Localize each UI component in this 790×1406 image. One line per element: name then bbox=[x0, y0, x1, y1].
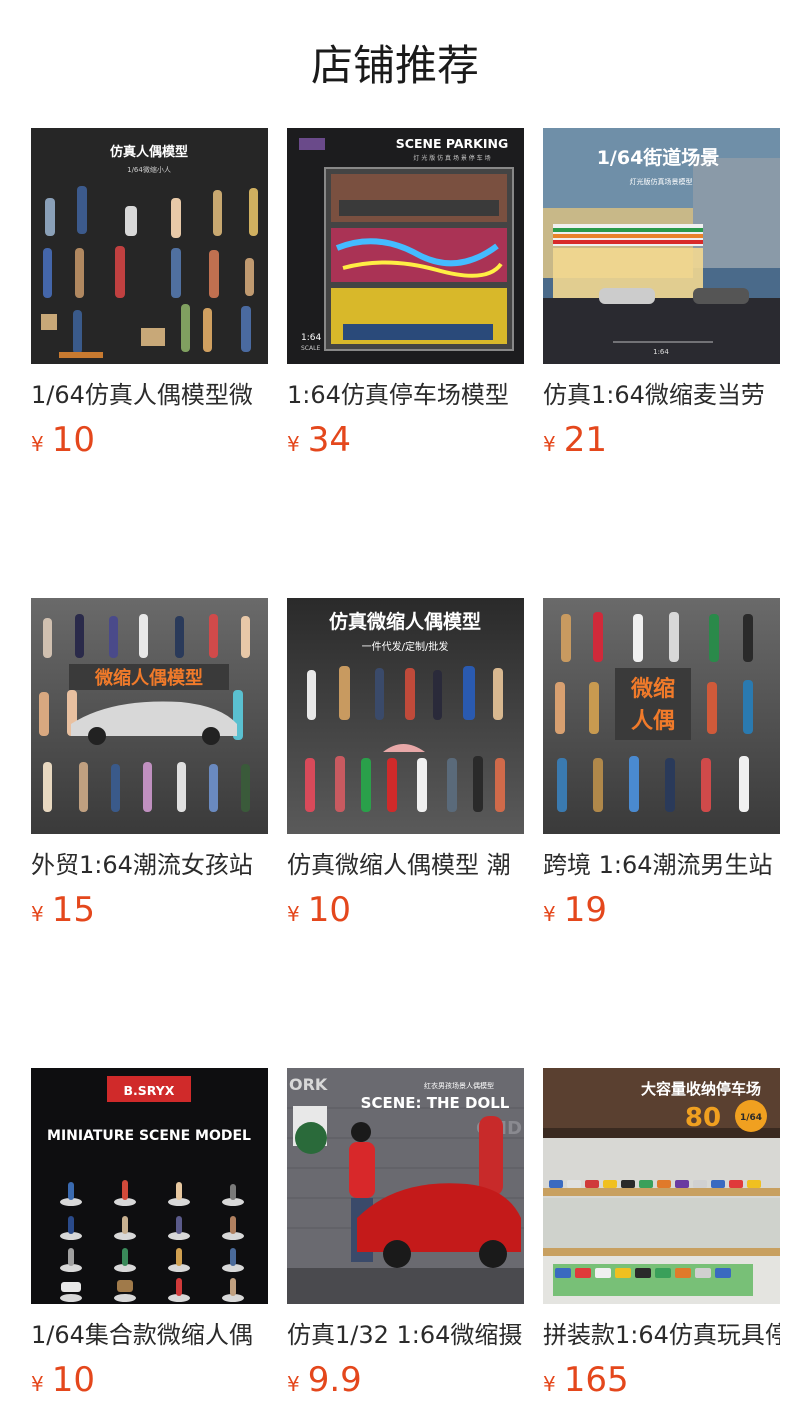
image-corner-text: ORK bbox=[289, 1075, 328, 1094]
product-name[interactable]: 仿真1:64微缩麦当劳 bbox=[543, 380, 780, 410]
currency-symbol: ¥ bbox=[287, 432, 300, 456]
currency-symbol: ¥ bbox=[543, 902, 556, 926]
product-price: ¥21 bbox=[543, 420, 780, 466]
image-headline: 仿真微缩人偶模型 bbox=[329, 610, 481, 633]
price-value: 9.9 bbox=[307, 1360, 362, 1400]
image-scale: 1:64 bbox=[653, 348, 669, 356]
product-card[interactable]: 大容量收纳停车场 80 1/64 拼装款1:64仿真玩具停 ¥ 165 bbox=[543, 1068, 780, 1406]
currency-symbol: ¥ bbox=[31, 1372, 44, 1396]
product-image[interactable]: SCENE PARKING 灯 光 版 仿 真 场 景 停 车 场 1:64 S… bbox=[287, 128, 524, 364]
currency-symbol: ¥ bbox=[31, 432, 44, 456]
image-headline-2: 人偶 bbox=[631, 709, 675, 734]
product-name[interactable]: 仿真微缩人偶模型 潮 bbox=[287, 850, 524, 880]
image-scale: 1:64 bbox=[301, 333, 321, 343]
product-card[interactable]: SCENE PARKING 灯 光 版 仿 真 场 景 停 车 场 1:64 S… bbox=[287, 128, 524, 466]
image-badge: B.SRYX bbox=[124, 1083, 175, 1098]
product-image[interactable]: 大容量收纳停车场 80 1/64 bbox=[543, 1068, 780, 1304]
product-grid: 仿真人偶模型 1/64微缩小人 1/64仿真人偶模型微 ¥10 SCENE PA… bbox=[31, 128, 780, 1406]
product-image[interactable]: 仿真微缩人偶模型 一件代发/定制/批发 bbox=[287, 598, 524, 834]
product-price: ¥34 bbox=[287, 420, 524, 466]
currency-symbol: ¥ bbox=[287, 902, 300, 926]
price-value: 21 bbox=[563, 420, 607, 460]
currency-symbol: ¥ bbox=[287, 1372, 300, 1396]
product-card[interactable]: 1/64街道场景 灯光版仿真场景模型 1:64 仿真1:64微缩麦当劳 ¥21 bbox=[543, 128, 780, 466]
price-value: 10 bbox=[51, 420, 95, 460]
image-headline: MINIATURE SCENE MODEL bbox=[47, 1128, 251, 1144]
product-price: ¥10 bbox=[31, 1360, 268, 1406]
product-name[interactable]: 拼装款1:64仿真玩具停 bbox=[543, 1320, 780, 1350]
price-value: 165 bbox=[563, 1360, 629, 1400]
product-card[interactable]: 微缩人偶模型 外贸1:64潮流女孩站 ¥15 bbox=[31, 598, 268, 936]
product-price: ¥15 bbox=[31, 890, 268, 936]
image-headline: 仿真人偶模型 bbox=[110, 144, 188, 160]
product-name[interactable]: 1/64仿真人偶模型微 bbox=[31, 380, 268, 410]
product-name[interactable]: 1/64集合款微缩人偶 bbox=[31, 1320, 268, 1350]
product-image[interactable]: B.SRYX MINIATURE SCENE MODEL bbox=[31, 1068, 268, 1304]
product-card[interactable]: 微缩 人偶 跨境 1:64潮流男生站 ¥19 bbox=[543, 598, 780, 936]
product-price: ¥9.9 bbox=[287, 1360, 524, 1406]
product-price: ¥10 bbox=[31, 420, 268, 466]
image-subtitle: 一件代发/定制/批发 bbox=[362, 640, 449, 653]
product-price: ¥165 bbox=[543, 1360, 780, 1406]
page-title: 店铺推荐 bbox=[310, 41, 479, 90]
image-subtitle: 红衣男孩场景人偶模型 bbox=[424, 1081, 494, 1090]
image-subtitle: 灯 光 版 仿 真 场 景 停 车 场 bbox=[413, 154, 490, 162]
image-headline: SCENE: THE DOLL bbox=[361, 1094, 510, 1112]
product-image[interactable]: 微缩 人偶 bbox=[543, 598, 780, 834]
image-scale-sub: SCALE bbox=[301, 345, 320, 352]
product-card[interactable]: 仿真人偶模型 1/64微缩小人 1/64仿真人偶模型微 ¥10 bbox=[31, 128, 268, 466]
image-headline: 1/64街道场景 bbox=[597, 146, 720, 169]
image-big-number: 80 bbox=[685, 1103, 721, 1133]
product-card[interactable]: 仿真微缩人偶模型 一件代发/定制/批发 仿真微缩人偶模型 潮 ¥10 bbox=[287, 598, 524, 936]
image-subtitle: 灯光版仿真场景模型 bbox=[630, 177, 693, 186]
product-price: ¥19 bbox=[543, 890, 780, 936]
currency-symbol: ¥ bbox=[543, 1372, 556, 1396]
image-subtitle: 1/64微缩小人 bbox=[127, 165, 171, 174]
currency-symbol: ¥ bbox=[31, 902, 44, 926]
image-scale: 1/64 bbox=[740, 1113, 762, 1123]
product-card[interactable]: ORK 红衣男孩场景人偶模型 SCENE: THE DOLL CMD 仿真1/3… bbox=[287, 1068, 524, 1406]
product-image[interactable]: ORK 红衣男孩场景人偶模型 SCENE: THE DOLL CMD bbox=[287, 1068, 524, 1304]
product-name[interactable]: 外贸1:64潮流女孩站 bbox=[31, 850, 268, 880]
price-value: 10 bbox=[307, 890, 351, 930]
price-value: 10 bbox=[51, 1360, 95, 1400]
product-name[interactable]: 1:64仿真停车场模型 bbox=[287, 380, 524, 410]
currency-symbol: ¥ bbox=[543, 432, 556, 456]
product-image[interactable]: 仿真人偶模型 1/64微缩小人 bbox=[31, 128, 268, 364]
product-price: ¥10 bbox=[287, 890, 524, 936]
image-headline: 微缩人偶模型 bbox=[94, 667, 203, 689]
product-card[interactable]: B.SRYX MINIATURE SCENE MODEL 1/64集合款微缩人偶… bbox=[31, 1068, 268, 1406]
price-value: 34 bbox=[307, 420, 351, 460]
product-name[interactable]: 仿真1/32 1:64微缩摄 bbox=[287, 1320, 524, 1350]
image-headline: SCENE PARKING bbox=[396, 136, 508, 151]
price-value: 15 bbox=[51, 890, 95, 930]
price-value: 19 bbox=[563, 890, 607, 930]
product-image[interactable]: 微缩人偶模型 bbox=[31, 598, 268, 834]
product-image[interactable]: 1/64街道场景 灯光版仿真场景模型 1:64 bbox=[543, 128, 780, 364]
image-headline: 大容量收纳停车场 bbox=[641, 1080, 761, 1098]
product-name[interactable]: 跨境 1:64潮流男生站 bbox=[543, 850, 780, 880]
image-headline: 微缩 bbox=[630, 676, 675, 702]
